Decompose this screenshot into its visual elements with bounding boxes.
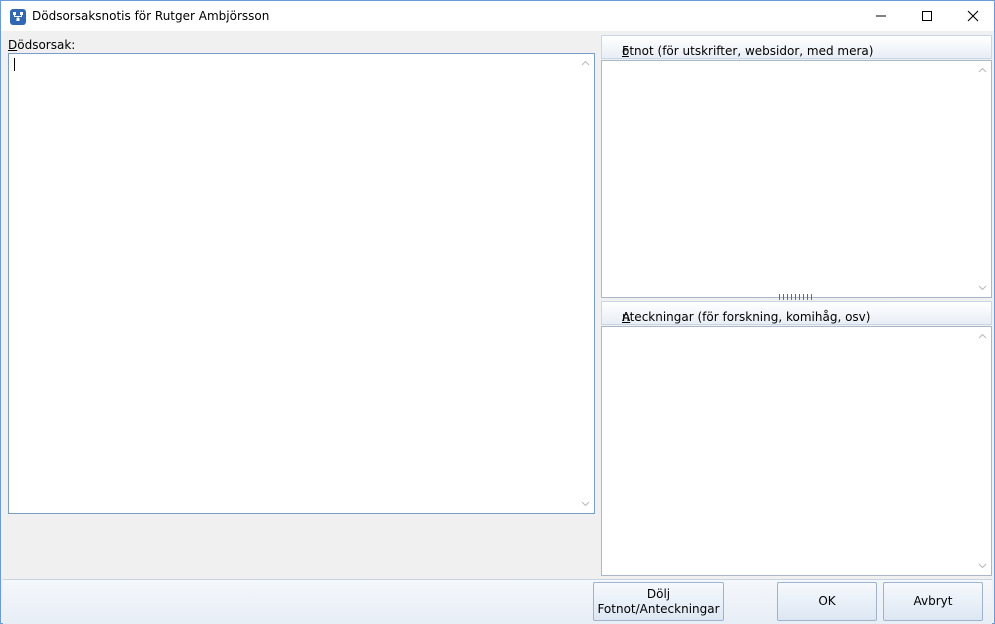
- anteckningar-scrollbar[interactable]: [974, 327, 991, 575]
- dodsorsak-scrollbar[interactable]: [577, 54, 594, 513]
- dodsorsak-label-text: ödsorsak:: [17, 38, 76, 52]
- scroll-down-icon: [581, 501, 590, 507]
- anteckningar-header: Anteckningar (för forskning, komihåg, os…: [601, 301, 992, 325]
- hide-button-line1: Dölj: [646, 587, 671, 601]
- hide-footnote-notes-button[interactable]: Dölj Fotnot/Anteckningar: [593, 582, 724, 621]
- dodsorsak-label-access-key: D: [8, 38, 18, 52]
- close-button[interactable]: [950, 1, 995, 31]
- dodsorsak-label: Dödsorsak:: [8, 38, 75, 52]
- anteckningar-textarea[interactable]: [601, 326, 992, 576]
- app-icon[interactable]: [10, 9, 26, 25]
- fotnot-scrollbar[interactable]: [974, 61, 991, 297]
- minimize-button[interactable]: [858, 1, 904, 31]
- dialog-window: Dödsorsaksnotis för Rutger Ambjörsson Dö…: [0, 0, 995, 624]
- close-icon: [967, 10, 979, 22]
- minimize-icon: [876, 15, 886, 17]
- fotnot-textarea[interactable]: [601, 60, 992, 298]
- fotnot-header-text: otnot (för utskrifter, websidor, med mer…: [622, 44, 874, 58]
- scroll-up-icon: [581, 60, 590, 66]
- splitter-grip[interactable]: [779, 294, 813, 300]
- scroll-down-icon: [978, 285, 987, 291]
- title-bar[interactable]: Dödsorsaksnotis för Rutger Ambjörsson: [1, 1, 994, 31]
- fotnot-header: Fotnot (för utskrifter, websidor, med me…: [601, 35, 992, 59]
- cancel-button[interactable]: Avbryt: [883, 582, 983, 621]
- window-title: Dödsorsaksnotis för Rutger Ambjörsson: [32, 9, 270, 23]
- scroll-down-icon: [978, 563, 987, 569]
- maximize-button[interactable]: [904, 1, 950, 31]
- text-caret: [14, 58, 15, 71]
- anteckningar-header-text: nteckningar (för forskning, komihåg, osv…: [622, 310, 871, 324]
- hide-button-line2: Fotnot/Anteckningar: [597, 602, 720, 616]
- dodsorsak-textarea[interactable]: [8, 53, 595, 514]
- scroll-up-icon: [978, 67, 987, 73]
- maximize-icon: [922, 11, 932, 21]
- scroll-up-icon: [978, 333, 987, 339]
- ok-button[interactable]: OK: [777, 582, 877, 621]
